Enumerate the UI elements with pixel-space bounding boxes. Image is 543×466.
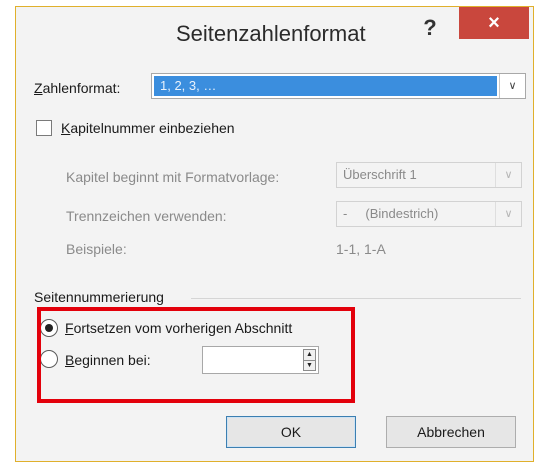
separator-value: - (Bindestrich) (343, 206, 439, 221)
separator-select[interactable]: - (Bindestrich) ∨ (336, 201, 522, 227)
start-at-radio[interactable] (40, 350, 58, 368)
group-divider (191, 298, 521, 299)
title-bar[interactable]: Seitenzahlenformat ? × (16, 7, 533, 57)
start-at-spinner[interactable]: ▲ ▼ (202, 346, 319, 374)
ok-button[interactable]: OK (226, 416, 356, 448)
spinner-down-icon[interactable]: ▼ (304, 360, 315, 371)
chapter-style-label: Kapitel beginnt mit Formatvorlage: (66, 169, 280, 185)
continue-label[interactable]: Fortsetzen vom vorherigen Abschnitt (65, 320, 292, 336)
spinner-buttons: ▲ ▼ (303, 349, 316, 371)
examples-value: 1-1, 1-A (336, 241, 386, 257)
radio-selected-dot (45, 324, 53, 332)
include-chapter-label[interactable]: Kapitelnummer einbeziehen (61, 120, 235, 136)
chevron-down-icon[interactable]: ∨ (495, 163, 521, 187)
chapter-style-value: Überschrift 1 (343, 167, 417, 182)
chevron-down-icon[interactable]: ∨ (495, 202, 521, 226)
number-format-select[interactable]: 1, 2, 3, … ∨ (151, 73, 526, 99)
close-button[interactable]: × (459, 7, 529, 39)
number-format-label: Zahlenformat: (34, 80, 121, 96)
page-number-format-dialog: Seitenzahlenformat ? × Zahlenformat: 1, … (15, 6, 534, 462)
chevron-down-icon[interactable]: ∨ (499, 74, 525, 98)
close-icon: × (488, 12, 500, 34)
dialog-title: Seitenzahlenformat (176, 21, 366, 46)
separator-label: Trennzeichen verwenden: (66, 208, 227, 224)
chapter-style-select[interactable]: Überschrift 1 ∨ (336, 162, 522, 188)
page-numbering-group-label: Seitennummerierung (34, 289, 164, 305)
number-format-value: 1, 2, 3, … (154, 76, 497, 96)
start-at-label[interactable]: Beginnen bei: (65, 352, 151, 368)
continue-radio[interactable] (40, 319, 58, 337)
examples-label: Beispiele: (66, 241, 127, 257)
include-chapter-checkbox[interactable] (36, 120, 52, 136)
cancel-button[interactable]: Abbrechen (386, 416, 516, 448)
spinner-up-icon[interactable]: ▲ (304, 350, 315, 360)
help-button[interactable]: ? (420, 15, 440, 40)
